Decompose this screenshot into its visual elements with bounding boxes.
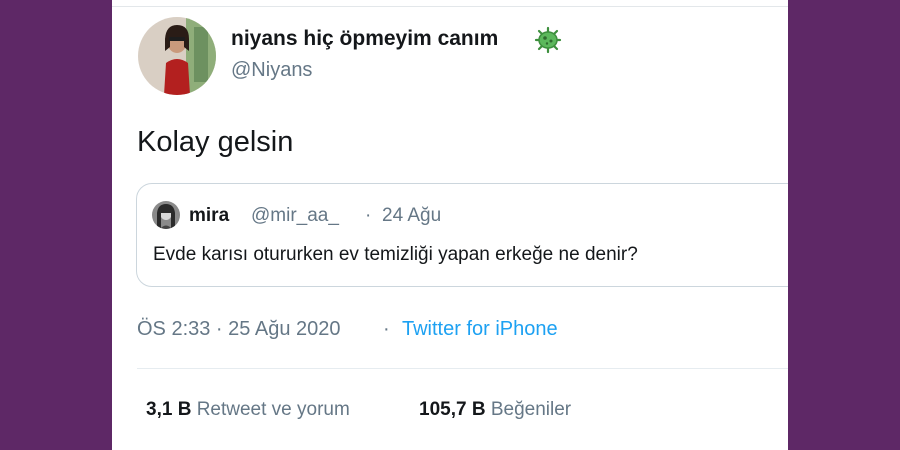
likes-label: Beğeniler	[490, 399, 572, 420]
quoted-text: Evde karısı otururken ev temizliği yapan…	[153, 244, 638, 265]
likes-count: 105,7 B	[419, 399, 486, 420]
likes-stat[interactable]: 105,7 B Beğeniler	[419, 399, 571, 421]
microbe-icon	[533, 25, 563, 55]
quoted-separator: ·	[365, 205, 372, 226]
quoted-date[interactable]: 24 Ağu	[382, 205, 441, 227]
card-top-edge	[112, 0, 788, 7]
user-handle[interactable]: @Niyans	[231, 59, 312, 82]
quoted-display-name[interactable]: mira	[189, 205, 229, 227]
tweet-source-link[interactable]: Twitter for iPhone	[402, 318, 558, 341]
quoted-tweet[interactable]: mira @mir_aa_ · 24 Ağu Evde karısı oturu…	[136, 183, 788, 287]
retweets-count: 3,1 B	[146, 399, 192, 420]
quoted-handle[interactable]: @mir_aa_	[251, 205, 339, 227]
retweets-stat[interactable]: 3,1 B Retweet ve yorum	[146, 399, 350, 421]
tweet-timestamp[interactable]: ÖS 2:33 · 25 Ağu 2020	[137, 318, 341, 341]
tweet-card: niyans hiç öpmeyim canım @Niyans Kolay g…	[112, 0, 788, 450]
display-name[interactable]: niyans hiç öpmeyim canım	[231, 27, 498, 51]
retweets-label: Retweet ve yorum	[196, 399, 350, 420]
tweet-text: Kolay gelsin	[137, 126, 294, 158]
meta-separator: ·	[383, 318, 390, 340]
avatar[interactable]	[138, 17, 216, 95]
quoted-avatar	[152, 201, 180, 229]
divider	[137, 368, 788, 369]
